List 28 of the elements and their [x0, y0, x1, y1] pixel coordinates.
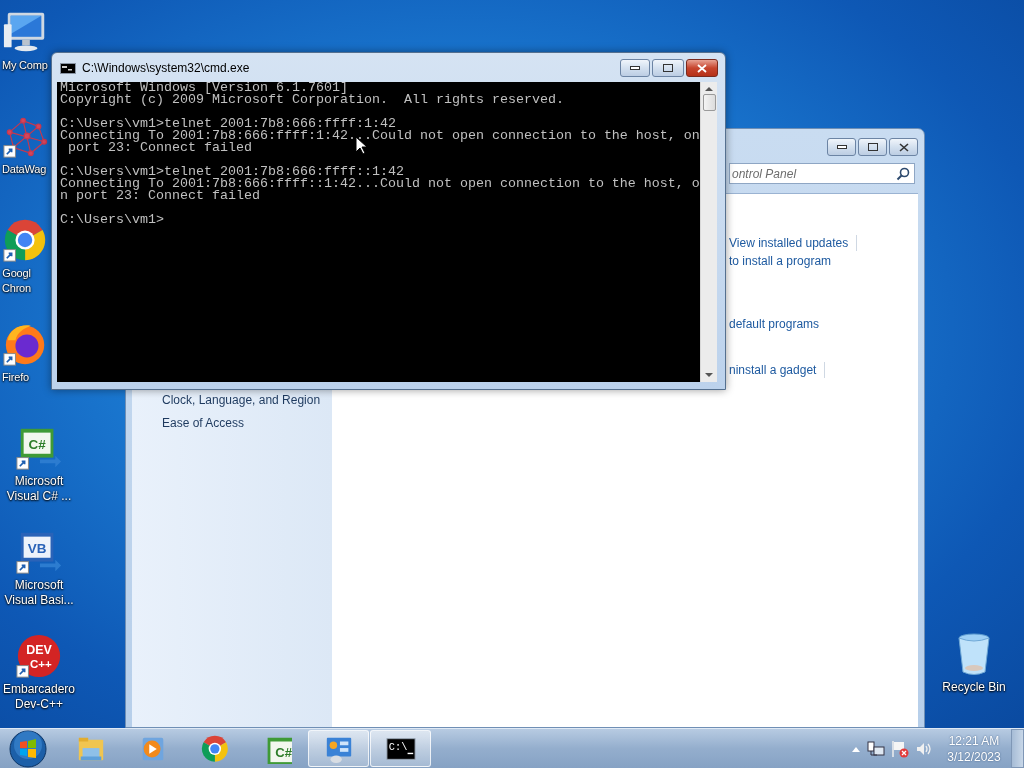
desktop-icon-label[interactable]: Embarcadero Dev-C++: [2, 682, 75, 712]
desktop-icon-label[interactable]: DataWag: [2, 162, 47, 177]
search-field[interactable]: ontrol Panel: [729, 163, 915, 184]
console-line: Connecting To 2001:7b8:666:ffff::1:42...Could not open connection to the host, o: [60, 178, 700, 190]
desktop-icon-label[interactable]: Microsoft Visual C# ...: [6, 474, 72, 504]
desktop-icon-label[interactable]: Googl Chron: [2, 266, 31, 296]
nav-link[interactable]: Clock, Language, and Region: [162, 391, 332, 409]
desktop-icon-label[interactable]: Recycle Bin: [942, 680, 1006, 695]
console-line: Connecting To 2001:7b8:666:ffff:1:42...Could not open connection to the host, on: [60, 130, 700, 142]
task-link[interactable]: View installed updates: [729, 234, 849, 252]
desktop-icon-label[interactable]: Firefo: [2, 370, 29, 385]
task-link[interactable]: ninstall a gadget: [729, 361, 817, 379]
console-line: port 23: Connect failed: [68, 142, 252, 154]
task-link[interactable]: to install a program: [729, 252, 832, 270]
dev-cpp-icon[interactable]: DEV C++: [15, 632, 63, 680]
task-link[interactable]: default programs: [729, 315, 820, 333]
console-line: Microsoft Windows [Version 6.1.7601]: [60, 82, 348, 94]
taskbar-button[interactable]: C#: [246, 730, 307, 767]
desktop-icon-label[interactable]: My Comp: [2, 58, 48, 73]
nav-link[interactable]: Ease of Access: [162, 414, 332, 432]
console-line: C:\Users\vm1>telnet 2001:7b8:666:ffff::1:42: [60, 166, 404, 178]
console-line: C:\Users\vm1>: [60, 214, 164, 226]
desktop-icon-label[interactable]: Microsoft Visual Basi...: [4, 578, 74, 608]
taskbar-button[interactable]: C:\: [370, 730, 431, 767]
console-line: C:\Users\vm1>telnet 2001:7b8:666:ffff:1:42: [60, 118, 396, 130]
console-line: Copyright (c) 2009 Microsoft Corporation. All rights reserved.: [60, 94, 564, 106]
window-title: C:\Windows\system32\cmd.exe: [82, 60, 251, 77]
console-line: n port 23: Connect failed: [60, 190, 260, 202]
